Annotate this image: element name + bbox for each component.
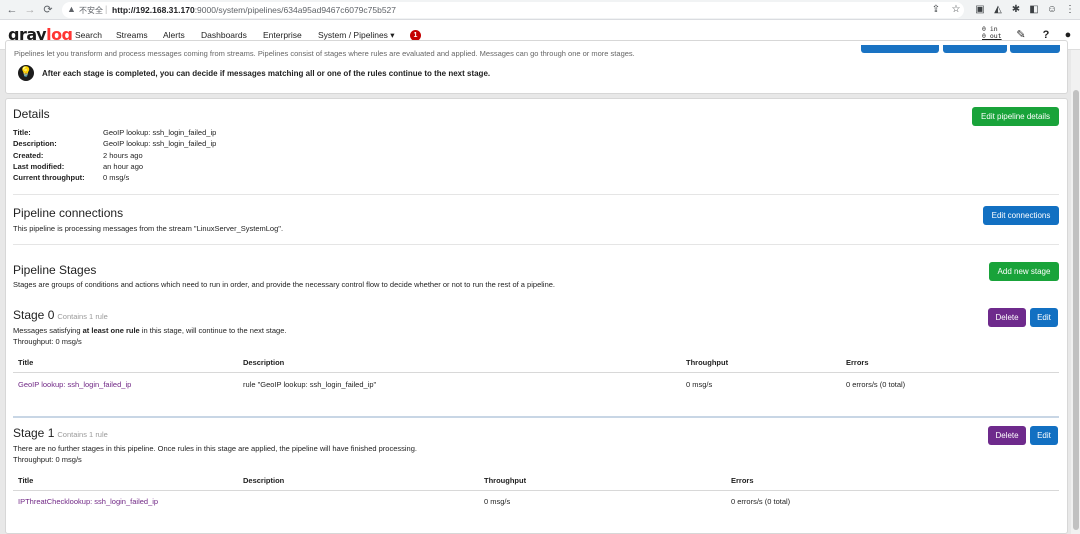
delete-stage-1-button[interactable]: Delete [988, 426, 1026, 445]
reload-icon[interactable]: ⟳ [42, 4, 54, 16]
top-button-partial[interactable] [1010, 45, 1060, 53]
pipelines-description: Pipelines let you transform and process … [14, 49, 635, 58]
scrollbar-thumb[interactable] [1073, 90, 1079, 530]
back-icon[interactable]: ← [6, 4, 18, 16]
nav-search[interactable]: Search [75, 30, 102, 40]
divider [13, 244, 1059, 245]
nav-alerts[interactable]: Alerts [163, 30, 185, 40]
bookmark-star-icon[interactable]: ☆ [950, 4, 962, 16]
edit-stage-1-button[interactable]: Edit [1030, 426, 1058, 445]
warning-icon: ▲ [67, 4, 76, 14]
stages-heading: Pipeline Stages [13, 263, 97, 277]
stage-1-throughput: Throughput: 0 msg/s [13, 455, 82, 464]
connections-heading: Pipeline connections [13, 206, 124, 220]
pipeline-modified: an hour ago [103, 162, 144, 171]
details-heading: Details [13, 107, 50, 121]
nav-streams[interactable]: Streams [116, 30, 148, 40]
stage-1-title: Stage 1 Contains 1 rule [13, 426, 108, 440]
nav-dashboards[interactable]: Dashboards [201, 30, 247, 40]
nav-enterprise[interactable]: Enterprise [263, 30, 302, 40]
stage-0-throughput: Throughput: 0 msg/s [13, 337, 82, 346]
sidebar-icon[interactable]: ◧ [1028, 4, 1040, 16]
connections-text: This pipeline is processing messages fro… [13, 224, 284, 233]
extension-icon[interactable]: ◭ [992, 4, 1004, 16]
profile-icon[interactable]: ☺ [1046, 4, 1058, 16]
stage-1-message: There are no further stages in this pipe… [13, 444, 417, 453]
pipeline-throughput: 0 msg/s [103, 173, 130, 182]
puzzle-icon[interactable]: ✱ [1010, 4, 1022, 16]
edit-pipeline-details-button[interactable]: Edit pipeline details [972, 107, 1059, 126]
insecure-label: 不安全 [79, 6, 103, 15]
pipeline-description: GeoIP lookup: ssh_login_failed_ip [103, 139, 217, 148]
stage-tip: After each stage is completed, you can d… [42, 69, 491, 78]
pipeline-info-box: Pipelines let you transform and process … [5, 40, 1068, 94]
rule-link[interactable]: GeoIP lookup: ssh_login_failed_ip [18, 380, 131, 389]
pipeline-title: GeoIP lookup: ssh_login_failed_ip [103, 128, 217, 137]
pipeline-created: 2 hours ago [103, 151, 143, 160]
url-text: http://192.168.31.170:9000/system/pipeli… [112, 5, 397, 15]
stage-0-message: Messages satisfying at least one rule in… [13, 326, 287, 335]
address-bar[interactable]: ▲ 不安全 | http://192.168.31.170:9000/syste… [62, 2, 964, 18]
pipeline-detail-panel: Details Edit pipeline details Title: Geo… [5, 98, 1068, 534]
stage-separator [13, 416, 1059, 418]
lightbulb-icon: 💡 [18, 65, 34, 81]
menu-icon[interactable]: ⋮ [1064, 4, 1076, 16]
add-new-stage-button[interactable]: Add new stage [989, 262, 1059, 281]
stage-0-title: Stage 0 Contains 1 rule [13, 308, 108, 322]
browser-toolbar: ← → ⟳ ▲ 不安全 | http://192.168.31.170:9000… [0, 0, 1080, 20]
throughput-indicator[interactable]: 0 in 0 out [982, 26, 1002, 40]
top-button-partial[interactable] [943, 45, 1007, 53]
delete-stage-0-button[interactable]: Delete [988, 308, 1026, 327]
edit-stage-0-button[interactable]: Edit [1030, 308, 1058, 327]
divider [13, 194, 1059, 195]
share-icon[interactable]: ⇪ [930, 4, 942, 16]
top-button-partial[interactable] [861, 45, 939, 53]
extension-icon[interactable]: ▣ [974, 4, 986, 16]
stages-description: Stages are groups of conditions and acti… [13, 280, 555, 289]
forward-icon[interactable]: → [24, 4, 36, 16]
edit-connections-button[interactable]: Edit connections [983, 206, 1059, 225]
rule-link[interactable]: IPThreatChecklookup: ssh_login_failed_ip [18, 497, 158, 506]
